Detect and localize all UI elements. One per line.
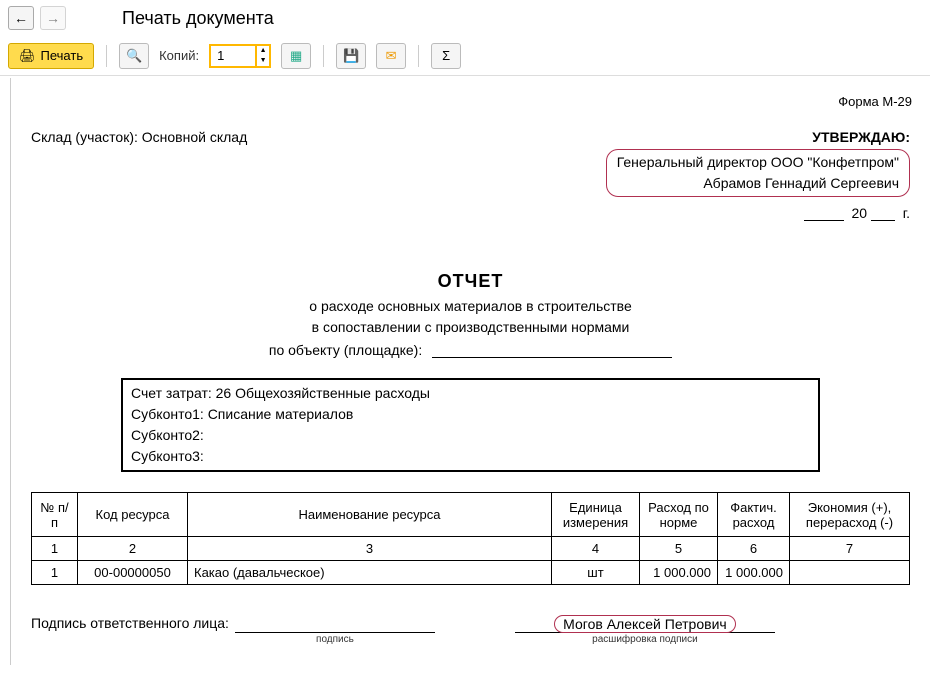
colnum-3: 3 bbox=[188, 537, 552, 561]
preview-button[interactable]: 🔍 bbox=[119, 43, 149, 69]
cell-diff bbox=[790, 561, 910, 585]
print-button[interactable]: 🖨 Печать bbox=[8, 43, 94, 69]
colnum-6: 6 bbox=[718, 537, 790, 561]
document-header: Склад (участок): Основной склад УТВЕРЖДА… bbox=[21, 129, 920, 221]
decoder-name: Могов Алексей Петрович bbox=[563, 616, 727, 632]
envelope-icon: ✉ bbox=[386, 48, 397, 64]
report-title: ОТЧЕТ bbox=[21, 271, 920, 292]
warehouse-block: Склад (участок): Основной склад bbox=[21, 129, 247, 221]
date-blank-day bbox=[804, 207, 844, 221]
table-header-row: № п/п Код ресурса Наименование ресурса Е… bbox=[32, 493, 910, 537]
signature-label: Подпись ответственного лица: bbox=[31, 615, 229, 631]
divider bbox=[106, 45, 107, 67]
cell-norm: 1 000.000 bbox=[640, 561, 718, 585]
colnum-1: 1 bbox=[32, 537, 78, 561]
magnifier-icon: 🔍 bbox=[126, 48, 142, 64]
page-title: Печать документа bbox=[122, 8, 274, 29]
signature-line bbox=[235, 615, 435, 633]
email-button[interactable]: ✉ bbox=[376, 43, 406, 69]
subconto3-line: Субконто3: bbox=[131, 446, 810, 467]
warehouse-label: Склад (участок): bbox=[31, 129, 138, 145]
table-colnum-row: 1 2 3 4 5 6 7 bbox=[32, 537, 910, 561]
col-norm: Расход по норме bbox=[640, 493, 718, 537]
settings-button[interactable]: ▦ bbox=[281, 43, 311, 69]
cell-npp: 1 bbox=[32, 561, 78, 585]
col-diff: Экономия (+), перерасход (-) bbox=[790, 493, 910, 537]
sum-button[interactable]: Σ bbox=[431, 43, 461, 69]
approver-highlight: Генеральный директор ООО "Конфетпром" Аб… bbox=[606, 149, 910, 197]
copies-input[interactable] bbox=[209, 44, 257, 68]
col-npp: № п/п bbox=[32, 493, 78, 537]
print-toolbar: 🖨 Печать 🔍 Копий: ▲ ▼ ▦ 💾 ✉ Σ bbox=[0, 36, 930, 76]
col-name: Наименование ресурса bbox=[188, 493, 552, 537]
colnum-2: 2 bbox=[78, 537, 188, 561]
table-icon: ▦ bbox=[290, 48, 302, 64]
cell-code: 00-00000050 bbox=[78, 561, 188, 585]
colnum-4: 4 bbox=[552, 537, 640, 561]
spinner-up-icon[interactable]: ▲ bbox=[257, 46, 269, 56]
approval-block: УТВЕРЖДАЮ: Генеральный директор ООО "Кон… bbox=[606, 129, 920, 221]
date-suffix: г. bbox=[903, 205, 910, 221]
colnum-5: 5 bbox=[640, 537, 718, 561]
report-subtitle-2: в сопоставлении с производственными норм… bbox=[21, 317, 920, 338]
form-number: Форма М-29 bbox=[21, 94, 912, 109]
decode-caption: расшифровка подписи bbox=[515, 634, 775, 645]
forward-button[interactable]: → bbox=[40, 6, 66, 30]
decode-field: Могов Алексей Петрович расшифровка подпи… bbox=[515, 615, 775, 645]
decoder-name-highlight: Могов Алексей Петрович bbox=[554, 615, 736, 633]
print-button-label: Печать bbox=[41, 48, 84, 63]
subconto1-line: Субконто1: Списание материалов bbox=[131, 404, 810, 425]
spinner-down-icon[interactable]: ▼ bbox=[257, 56, 269, 66]
printer-icon: 🖨 bbox=[19, 48, 36, 64]
warehouse-value: Основной склад bbox=[142, 129, 247, 145]
object-underline bbox=[432, 344, 672, 358]
navigation-toolbar: ← → Печать документа bbox=[0, 0, 930, 36]
sigma-icon: Σ bbox=[442, 48, 450, 63]
copies-label: Копий: bbox=[159, 48, 199, 63]
copies-spinner[interactable]: ▲ ▼ bbox=[257, 44, 271, 68]
date-line: 20 г. bbox=[606, 205, 910, 221]
subconto2-line: Субконто2: bbox=[131, 425, 810, 446]
cell-unit: шт bbox=[552, 561, 640, 585]
table-row: 1 00-00000050 Какао (давальческое) шт 1 … bbox=[32, 561, 910, 585]
cell-name: Какао (давальческое) bbox=[188, 561, 552, 585]
cost-account-line: Счет затрат: 26 Общехозяйственные расход… bbox=[131, 383, 810, 404]
signature-block: Подпись ответственного лица: подпись Мог… bbox=[21, 615, 920, 645]
object-line: по объекту (площадке): bbox=[21, 342, 920, 358]
approve-title: УТВЕРЖДАЮ: bbox=[606, 129, 910, 145]
date-century: 20 bbox=[851, 205, 867, 221]
copies-stepper[interactable]: ▲ ▼ bbox=[209, 44, 271, 68]
save-button[interactable]: 💾 bbox=[336, 43, 366, 69]
divider bbox=[323, 45, 324, 67]
signature-caption: подпись bbox=[235, 634, 435, 645]
approver-position: Генеральный директор ООО "Конфетпром" bbox=[617, 152, 899, 173]
divider bbox=[418, 45, 419, 67]
signature-field: подпись bbox=[235, 615, 435, 645]
materials-table: № п/п Код ресурса Наименование ресурса Е… bbox=[31, 492, 910, 585]
floppy-icon: 💾 bbox=[343, 48, 359, 64]
colnum-7: 7 bbox=[790, 537, 910, 561]
decode-line: Могов Алексей Петрович bbox=[515, 615, 775, 633]
report-subtitle-1: о расходе основных материалов в строител… bbox=[21, 296, 920, 317]
col-fact: Фактич. расход bbox=[718, 493, 790, 537]
cell-fact: 1 000.000 bbox=[718, 561, 790, 585]
report-subtitle: о расходе основных материалов в строител… bbox=[21, 296, 920, 338]
date-blank-year bbox=[871, 207, 895, 221]
accounts-box: Счет затрат: 26 Общехозяйственные расход… bbox=[121, 378, 820, 472]
approver-name: Абрамов Геннадий Сергеевич bbox=[617, 173, 899, 194]
col-code: Код ресурса bbox=[78, 493, 188, 537]
back-button[interactable]: ← bbox=[8, 6, 34, 30]
col-unit: Единица измерения bbox=[552, 493, 640, 537]
object-label: по объекту (площадке): bbox=[269, 342, 422, 358]
document-area: Форма М-29 Склад (участок): Основной скл… bbox=[10, 78, 930, 665]
